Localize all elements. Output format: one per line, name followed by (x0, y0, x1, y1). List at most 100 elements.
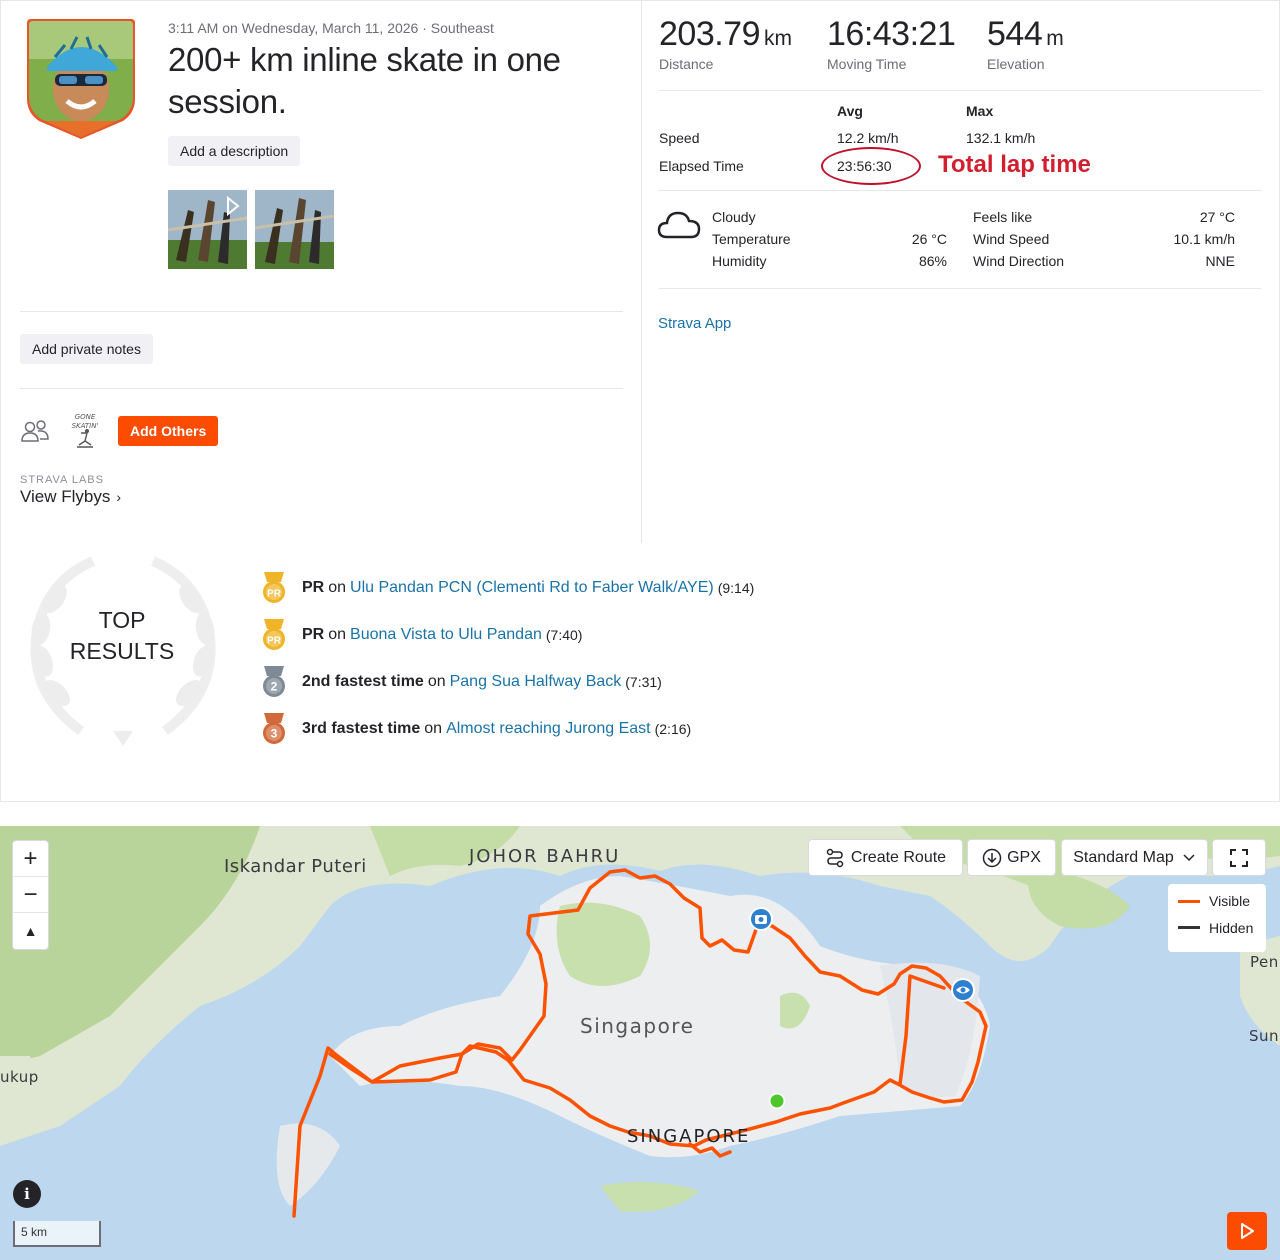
zoom-out-button[interactable]: − (13, 877, 48, 913)
eye-marker-icon[interactable] (950, 977, 976, 1003)
on-word: on (328, 579, 347, 596)
temperature-label: Temperature (712, 231, 791, 247)
temperature-value: 26 °C (911, 231, 947, 247)
elapsed-time-label: Elapsed Time (659, 158, 744, 174)
view-flybys-link[interactable]: View Flybys › (20, 487, 121, 507)
start-marker-icon (769, 1093, 785, 1109)
activity-photo[interactable] (255, 190, 334, 269)
on-word: on (424, 720, 443, 737)
distance-unit: km (764, 27, 792, 50)
activity-card: 3:11 AM on Wednesday, March 11, 2026 · S… (0, 0, 1280, 802)
feels-like-value: 27 °C (1199, 209, 1235, 225)
top-result-row: 2 2nd fastest time on Pang Sua Halfway Back… (259, 666, 662, 697)
segment-link[interactable]: Almost reaching Jurong East (446, 720, 651, 738)
add-description-button[interactable]: Add a description (168, 136, 301, 166)
legend-visible[interactable]: Visible (1168, 884, 1266, 913)
gpx-button[interactable]: GPX (967, 839, 1056, 876)
max-header: Max (966, 103, 994, 119)
add-others-button[interactable]: Add Others (118, 416, 219, 446)
athlete-avatar[interactable] (25, 19, 137, 139)
segment-link[interactable]: Ulu Pandan PCN (Clementi Rd to Faber Wal… (350, 579, 714, 597)
medal-badge-text: PR (267, 636, 282, 647)
compass-button[interactable]: ▲ (13, 913, 48, 949)
photo-marker-icon[interactable] (748, 906, 774, 932)
medal-icon: 2 (263, 666, 285, 697)
view-flybys-label: View Flybys (20, 487, 111, 506)
segment-link[interactable]: Buona Vista to Ulu Pandan (350, 626, 542, 644)
medal-icon: PR (263, 572, 285, 603)
fullscreen-button[interactable] (1212, 839, 1266, 876)
legend-hidden[interactable]: Hidden (1168, 913, 1266, 942)
medal-icon: 3 (263, 713, 285, 744)
distance-label: Distance (659, 56, 714, 72)
map-label-ukup: ukup (0, 1068, 39, 1086)
device-link[interactable]: Strava App (658, 315, 731, 332)
zoom-controls: + − ▲ (12, 840, 49, 950)
annotation-circle (821, 147, 921, 185)
humidity-label: Humidity (712, 253, 767, 269)
wind-speed-label: Wind Speed (973, 231, 1050, 247)
map-label-singapore-city: SINGAPORE (627, 1126, 751, 1147)
top-result-row: PR PR on Ulu Pandan PCN (Clementi Rd to Fab… (259, 572, 755, 603)
fullscreen-icon (1230, 848, 1248, 867)
route-map[interactable]: Iskandar Puteri JOHOR BAHRU Singapore SI… (0, 826, 1280, 1260)
map-label-singapore-region: Singapore (580, 1014, 695, 1038)
svg-text:SKATIN': SKATIN' (72, 422, 99, 430)
achievement-label: PR (302, 579, 325, 596)
segment-time: (7:40) (545, 627, 583, 643)
speed-max: 132.1 km/h (966, 130, 1036, 146)
achievement-label: 2nd fastest time (302, 673, 424, 690)
map-label-pen: Pen (1250, 953, 1279, 971)
create-route-label: Create Route (850, 848, 947, 866)
divider (659, 190, 1261, 191)
flyover-play-button[interactable] (1227, 1212, 1267, 1250)
moving-time-value: 16:43:21 (827, 15, 956, 53)
top-results-line2: RESULTS (69, 638, 175, 664)
wind-direction-label: Wind Direction (973, 253, 1065, 269)
cloud-icon (657, 211, 701, 239)
add-private-notes-button[interactable]: Add private notes (20, 334, 153, 364)
top-result-row: 3 3rd fastest time on Almost reaching Juron… (259, 713, 692, 744)
divider (20, 388, 623, 389)
strava-labs-label: STRAVA LABS (20, 474, 104, 486)
info-icon[interactable]: i (13, 1180, 41, 1208)
activity-stats: 203.79 km Distance 16:43:21 Moving Time 5… (643, 1, 1280, 543)
club-logo[interactable]: GONE SKATIN' (63, 409, 107, 453)
moving-time-stat: 16:43:21 Moving Time (827, 15, 956, 72)
elevation-unit: m (1046, 27, 1064, 50)
play-icon (1241, 1223, 1254, 1239)
medal-badge-text: 2 (271, 680, 278, 694)
map-style-label: Standard Map (1073, 848, 1174, 866)
segment-time: (7:31) (625, 674, 662, 690)
activity-summary: 3:11 AM on Wednesday, March 11, 2026 · S… (1, 1, 642, 543)
legend-hidden-label: Hidden (1209, 919, 1254, 936)
elevation-label: Elevation (987, 56, 1045, 72)
create-route-button[interactable]: Create Route (808, 839, 963, 876)
achievement-label: 3rd fastest time (302, 720, 421, 737)
compass-icon: ▲ (23, 923, 38, 939)
humidity-value: 86% (918, 253, 947, 269)
activity-page: 3:11 AM on Wednesday, March 11, 2026 · S… (0, 0, 1280, 1260)
speed-avg: 12.2 km/h (837, 130, 899, 146)
feels-like-label: Feels like (973, 209, 1033, 225)
activity-meta: 3:11 AM on Wednesday, March 11, 2026 · S… (168, 20, 494, 36)
segment-time: (9:14) (717, 580, 755, 596)
zoom-in-button[interactable]: + (13, 841, 48, 877)
avg-header: Avg (837, 103, 863, 119)
end-marker-icon (283, 1206, 303, 1226)
wind-direction-value: NNE (1205, 253, 1235, 269)
activity-title[interactable]: 200+ km inline skate in one session. (168, 39, 618, 123)
map-style-select[interactable]: Standard Map (1061, 839, 1208, 876)
people-icon[interactable] (20, 419, 50, 445)
activity-photo[interactable] (168, 190, 247, 269)
achievement-label: PR (302, 626, 325, 643)
map-base (0, 826, 1280, 1260)
legend-swatch-visible (1178, 899, 1200, 903)
segment-link[interactable]: Pang Sua Halfway Back (450, 673, 622, 691)
weather-condition: Cloudy (712, 209, 756, 225)
annotation-text: Total lap time (938, 151, 1091, 178)
route-icon (826, 848, 844, 867)
medal-icon: PR (263, 619, 285, 650)
segment-time: (2:16) (654, 721, 692, 737)
top-results-line1: TOP (98, 607, 146, 633)
